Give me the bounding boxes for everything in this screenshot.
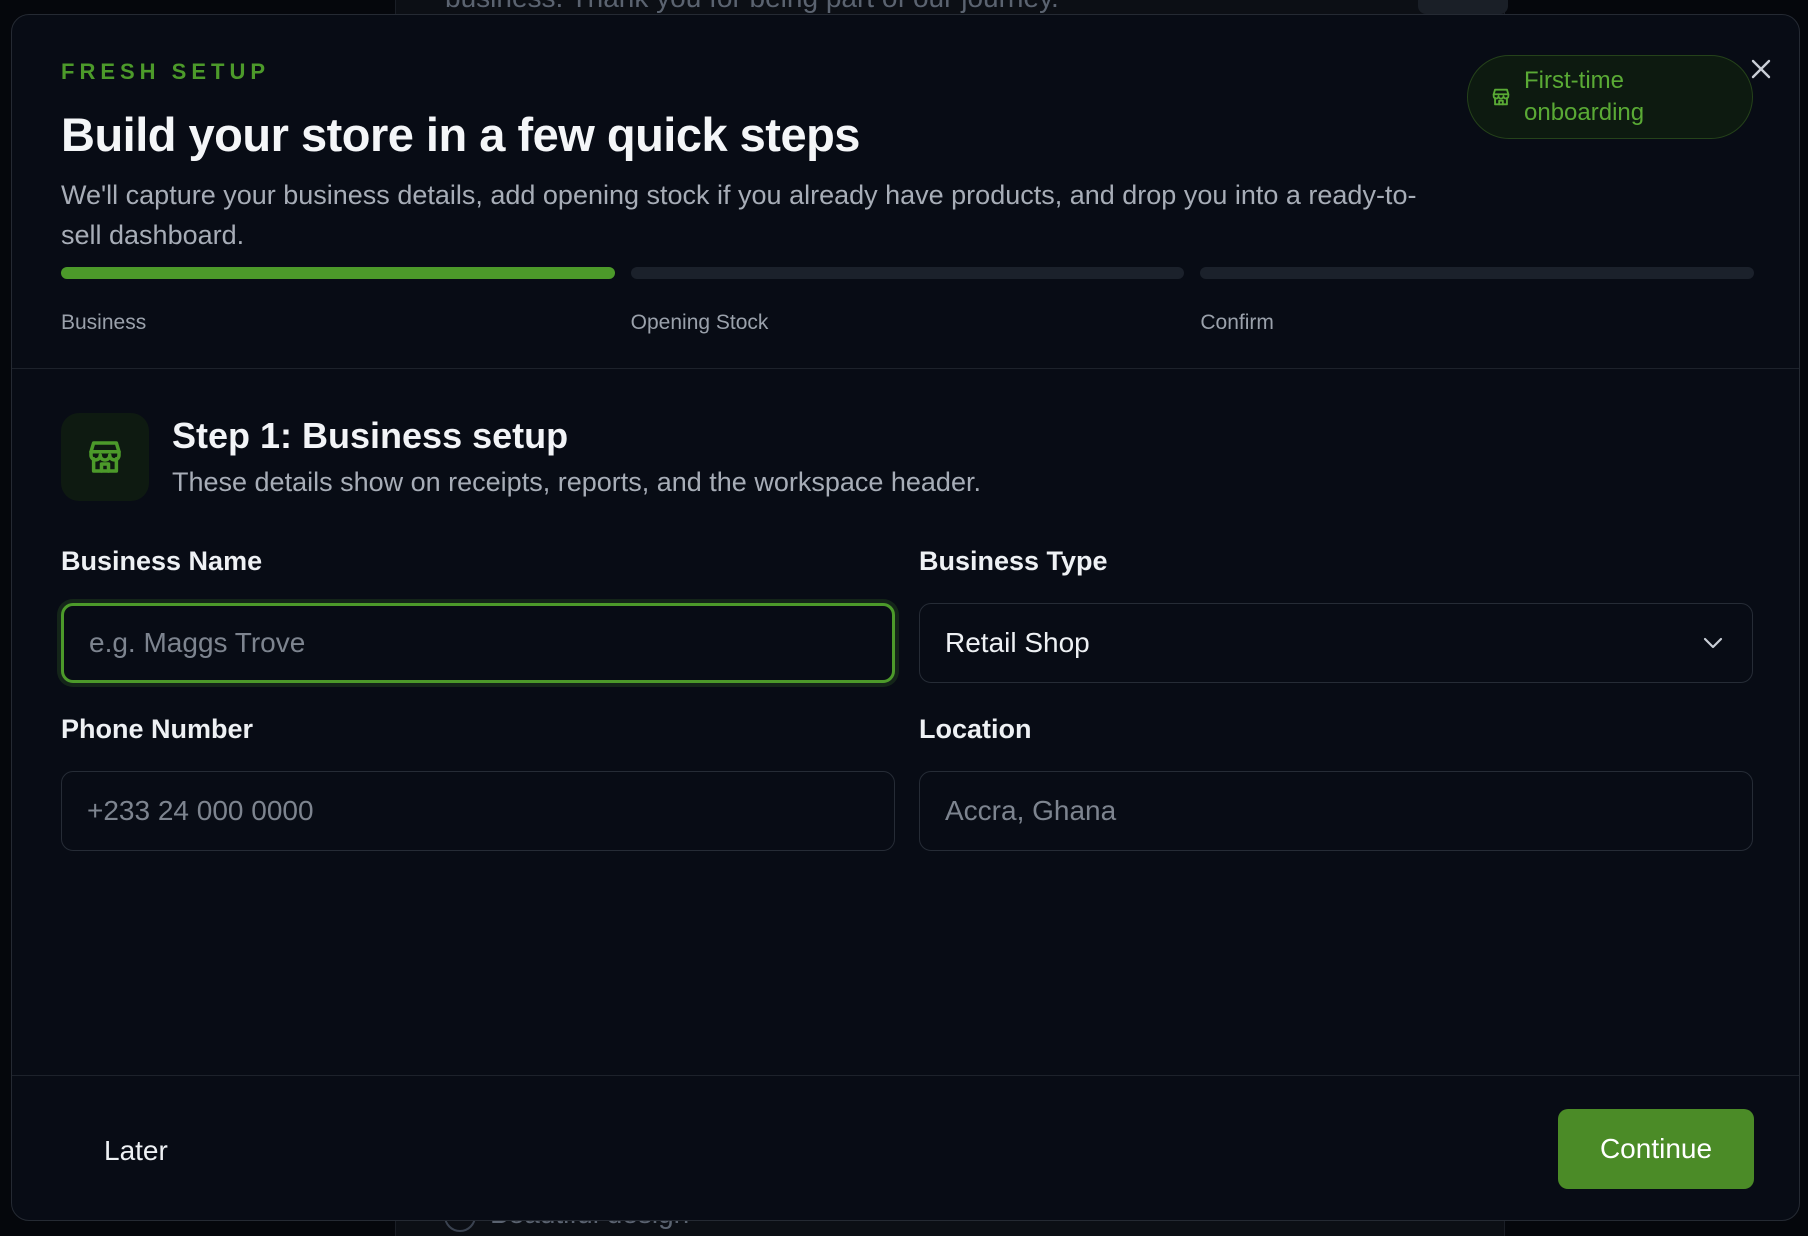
- background-element: [1418, 0, 1508, 14]
- business-name-label: Business Name: [61, 546, 263, 576]
- business-name-input[interactable]: [61, 603, 895, 683]
- close-button[interactable]: [1743, 51, 1779, 87]
- business-type-value: Retail Shop: [945, 627, 1090, 658]
- section-icon-tile: [61, 413, 149, 501]
- badge-label: First-time onboarding: [1524, 67, 1645, 126]
- store-icon: [1492, 88, 1510, 106]
- step-label-confirm: Confirm: [1200, 311, 1274, 334]
- step-label-business: Business: [61, 311, 147, 334]
- progress-segment-business: [61, 267, 615, 279]
- continue-button[interactable]: Continue: [1558, 1109, 1754, 1189]
- section-description: These details show on receipts, reports,…: [172, 467, 981, 497]
- location-input[interactable]: [919, 771, 1753, 851]
- modal-header: FRESH SETUP Build your store in a few qu…: [12, 15, 1799, 369]
- onboarding-badge: First-time onboarding: [1467, 55, 1753, 139]
- section-title: Step 1: Business setup: [172, 415, 569, 456]
- phone-number-label: Phone Number: [61, 714, 254, 744]
- business-type-label: Business Type: [919, 546, 1108, 576]
- eyebrow-label: FRESH SETUP: [61, 59, 271, 84]
- close-icon: [1751, 59, 1771, 79]
- later-button[interactable]: Later: [84, 1121, 188, 1181]
- modal-footer: Later Continue: [12, 1075, 1799, 1220]
- progress-segment-confirm: [1200, 267, 1755, 279]
- location-label: Location: [919, 714, 1032, 744]
- progress-bar: [61, 267, 1755, 279]
- step-label-opening-stock: Opening Stock: [630, 311, 769, 334]
- modal-subtitle: We'll capture your business details, add…: [61, 180, 1417, 250]
- background-text: business. Thank you for being part of ou…: [445, 0, 1059, 14]
- business-type-select[interactable]: Retail Shop: [919, 603, 1753, 683]
- progress-segment-opening-stock: [630, 267, 1185, 279]
- store-icon: [89, 441, 121, 473]
- phone-number-input[interactable]: [61, 771, 895, 851]
- onboarding-modal: FRESH SETUP Build your store in a few qu…: [11, 14, 1800, 1221]
- chevron-down-icon: [1703, 637, 1723, 649]
- step-labels: Business Opening Stock Confirm: [61, 311, 1754, 335]
- modal-title: Build your store in a few quick steps: [61, 108, 860, 161]
